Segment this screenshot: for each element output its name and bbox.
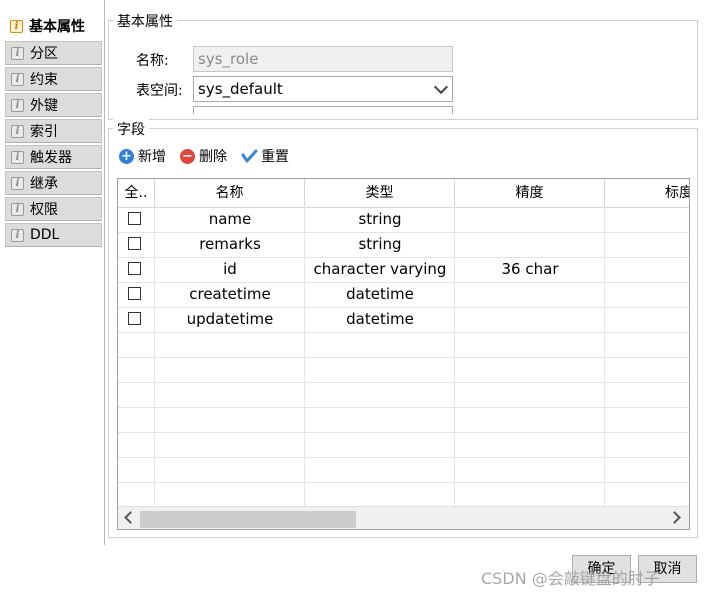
cell-name[interactable]: name bbox=[155, 207, 305, 232]
tab-label: 继承 bbox=[30, 176, 58, 192]
info-icon: i bbox=[11, 228, 24, 242]
info-icon: i bbox=[11, 46, 24, 60]
tablespace-value: sys_default bbox=[198, 80, 283, 98]
info-icon: i bbox=[11, 176, 24, 190]
divider bbox=[118, 332, 689, 333]
add-label: 新增 bbox=[138, 149, 166, 165]
fields-table: 全.. 名称 类型 精度 标度 name string remarks stri… bbox=[117, 178, 690, 530]
column-header-name[interactable]: 名称 bbox=[155, 179, 305, 207]
delete-button[interactable]: − 删除 bbox=[180, 146, 227, 166]
info-icon: i bbox=[11, 150, 24, 164]
cell-name[interactable]: remarks bbox=[155, 232, 305, 257]
column-header-type[interactable]: 类型 bbox=[305, 179, 455, 207]
tablespace-select[interactable]: sys_default bbox=[193, 76, 453, 102]
row-checkbox[interactable] bbox=[128, 262, 141, 275]
name-label: 名称: bbox=[136, 53, 169, 69]
left-tab-strip: i 基本属性 i 分区 i 约束 i 外键 i 索引 i 触发器 i 继承 i … bbox=[0, 0, 105, 545]
cell-precision[interactable] bbox=[455, 232, 605, 257]
basic-properties-title: 基本属性 bbox=[113, 11, 177, 31]
cell-precision[interactable]: 36 char bbox=[455, 257, 605, 282]
column-header-precision[interactable]: 精度 bbox=[455, 179, 605, 207]
row-checkbox[interactable] bbox=[128, 312, 141, 325]
tab-ddl[interactable]: i DDL bbox=[5, 223, 102, 247]
tab-inherit[interactable]: i 继承 bbox=[5, 171, 102, 195]
cell-precision[interactable] bbox=[455, 307, 605, 332]
reset-label: 重置 bbox=[261, 149, 289, 165]
tab-basic-properties[interactable]: i 基本属性 bbox=[5, 14, 104, 38]
cell-type[interactable]: character varying bbox=[305, 257, 455, 282]
cell-precision[interactable] bbox=[455, 282, 605, 307]
cell-name[interactable]: createtime bbox=[155, 282, 305, 307]
row-checkbox[interactable] bbox=[128, 237, 141, 250]
divider bbox=[118, 407, 689, 408]
tab-foreign-key[interactable]: i 外键 bbox=[5, 93, 102, 117]
tab-label: 约束 bbox=[30, 72, 58, 88]
scroll-right-icon[interactable] bbox=[668, 511, 681, 524]
tab-label: 索引 bbox=[30, 124, 58, 140]
tab-label: 触发器 bbox=[30, 150, 72, 166]
info-icon: i bbox=[11, 72, 24, 86]
info-icon: i bbox=[10, 19, 23, 33]
info-icon: i bbox=[11, 124, 24, 138]
minus-icon: − bbox=[180, 148, 195, 164]
tab-label: 基本属性 bbox=[29, 19, 85, 35]
row-checkbox[interactable] bbox=[128, 287, 141, 300]
row-checkbox[interactable] bbox=[128, 212, 141, 225]
divider bbox=[118, 457, 689, 458]
tab-label: 外键 bbox=[30, 98, 58, 114]
info-icon: i bbox=[11, 202, 24, 216]
name-field[interactable]: sys_role bbox=[193, 46, 453, 72]
add-button[interactable]: + 新增 bbox=[119, 146, 166, 166]
chevron-down-icon bbox=[433, 79, 449, 95]
scroll-left-icon[interactable] bbox=[124, 511, 137, 524]
column-header-select-all[interactable]: 全.. bbox=[118, 179, 155, 207]
cell-precision[interactable] bbox=[455, 207, 605, 232]
tab-label: 权限 bbox=[30, 202, 58, 218]
cell-type[interactable]: string bbox=[305, 207, 455, 232]
column-header-scale[interactable]: 标度 bbox=[605, 179, 689, 207]
info-icon: i bbox=[11, 98, 24, 112]
tab-label: DDL bbox=[30, 227, 60, 243]
cell-type[interactable]: datetime bbox=[305, 282, 455, 307]
tab-label: 分区 bbox=[30, 46, 58, 62]
cell-name[interactable]: updatetime bbox=[155, 307, 305, 332]
tab-permission[interactable]: i 权限 bbox=[5, 197, 102, 221]
tab-trigger[interactable]: i 触发器 bbox=[5, 145, 102, 169]
tablespace-label: 表空间: bbox=[136, 83, 183, 99]
plus-icon: + bbox=[119, 148, 134, 164]
tab-partition[interactable]: i 分区 bbox=[5, 41, 102, 65]
reset-button[interactable]: 重置 bbox=[241, 146, 289, 166]
divider bbox=[118, 432, 689, 433]
delete-label: 删除 bbox=[199, 149, 227, 165]
watermark: CSDN @会敲键盘的肘子 bbox=[481, 569, 660, 588]
cell-name[interactable]: id bbox=[155, 257, 305, 282]
fields-title: 字段 bbox=[113, 119, 149, 139]
divider bbox=[118, 382, 689, 383]
scrollbar-thumb[interactable] bbox=[140, 511, 356, 528]
horizontal-scrollbar[interactable] bbox=[118, 506, 689, 529]
cell-type[interactable]: string bbox=[305, 232, 455, 257]
tab-constraint[interactable]: i 约束 bbox=[5, 67, 102, 91]
table-header: 全.. 名称 类型 精度 标度 bbox=[118, 179, 689, 208]
divider bbox=[118, 357, 689, 358]
divider bbox=[118, 482, 689, 483]
tab-index[interactable]: i 索引 bbox=[5, 119, 102, 143]
undo-arrow-icon bbox=[241, 149, 258, 162]
clipped-field bbox=[193, 106, 453, 114]
cell-type[interactable]: datetime bbox=[305, 307, 455, 332]
